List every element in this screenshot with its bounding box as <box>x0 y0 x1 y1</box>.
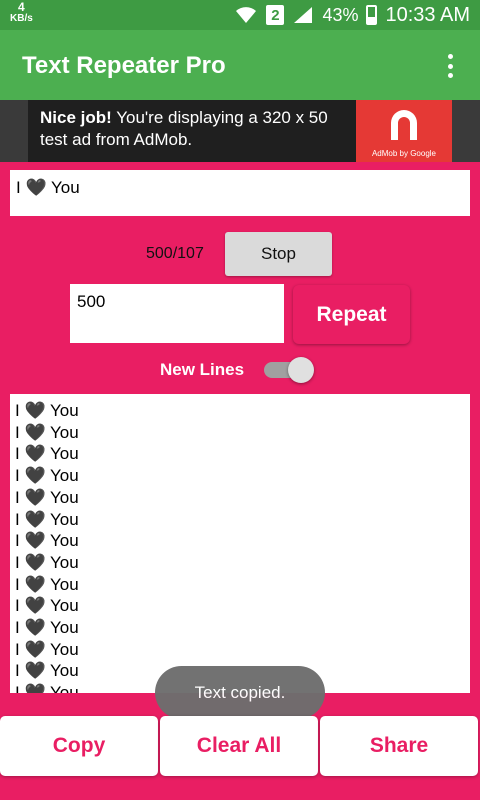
copy-button[interactable]: Copy <box>0 716 158 776</box>
output-line: I 🖤 You <box>15 552 79 572</box>
signal-icon <box>294 7 313 23</box>
share-button[interactable]: Share <box>320 716 478 776</box>
output-line: I 🖤 You <box>15 401 79 420</box>
ad-text: Nice job! You're displaying a 320 x 50 t… <box>40 107 350 151</box>
text-input[interactable]: I 🖤 You <box>10 170 470 216</box>
battery-icon <box>366 5 378 25</box>
network-speed: 4 KB/s <box>10 0 33 24</box>
progress-counter: 500/107 <box>146 245 204 262</box>
sim-slot-badge: 2 <box>266 5 285 25</box>
output-line: I 🖤 You <box>15 618 79 638</box>
wifi-icon <box>236 7 257 23</box>
ad-headline: Nice job! <box>40 108 112 127</box>
output-line: I 🖤 You <box>15 444 79 464</box>
ad-banner[interactable]: Nice job! You're displaying a 320 x 50 t… <box>0 100 480 162</box>
new-lines-toggle-thumb[interactable] <box>288 357 314 383</box>
status-bar: 4 KB/s 2 43% 10:33 AM <box>0 0 480 30</box>
app-bar: Text Repeater Pro <box>0 30 480 100</box>
output-line: I 🖤 You <box>15 487 79 507</box>
repeat-count-input[interactable]: 500 <box>70 284 284 343</box>
output-line: I 🖤 You <box>15 422 79 442</box>
output-line: I 🖤 You <box>15 574 79 594</box>
toast-message: Text copied. <box>155 666 325 719</box>
output-line: I 🖤 You <box>15 639 79 659</box>
clock: 10:33 AM <box>385 3 470 26</box>
output-line: I 🖤 You <box>15 596 79 616</box>
output-line: I 🖤 You <box>15 509 79 529</box>
output-text-area[interactable]: I 🖤 You I 🖤 You I 🖤 You I 🖤 You I 🖤 You … <box>10 394 470 693</box>
overflow-menu-icon[interactable] <box>438 52 462 80</box>
admob-logo: AdMob by Google <box>356 100 452 162</box>
repeat-count-value: 500 <box>77 292 106 311</box>
text-input-value: I 🖤 You <box>16 178 80 197</box>
admob-brand-text: AdMob by Google <box>371 149 437 158</box>
stop-button[interactable]: Stop <box>225 232 332 276</box>
new-lines-label: New Lines <box>160 360 245 379</box>
app-title: Text Repeater Pro <box>22 52 226 79</box>
battery-percent: 43% <box>322 4 359 25</box>
clear-all-button[interactable]: Clear All <box>160 716 318 776</box>
output-line: I 🖤 You <box>15 466 79 486</box>
repeat-button[interactable]: Repeat <box>293 285 410 344</box>
admob-icon <box>391 110 417 140</box>
output-line: I 🖤 You <box>15 531 79 551</box>
